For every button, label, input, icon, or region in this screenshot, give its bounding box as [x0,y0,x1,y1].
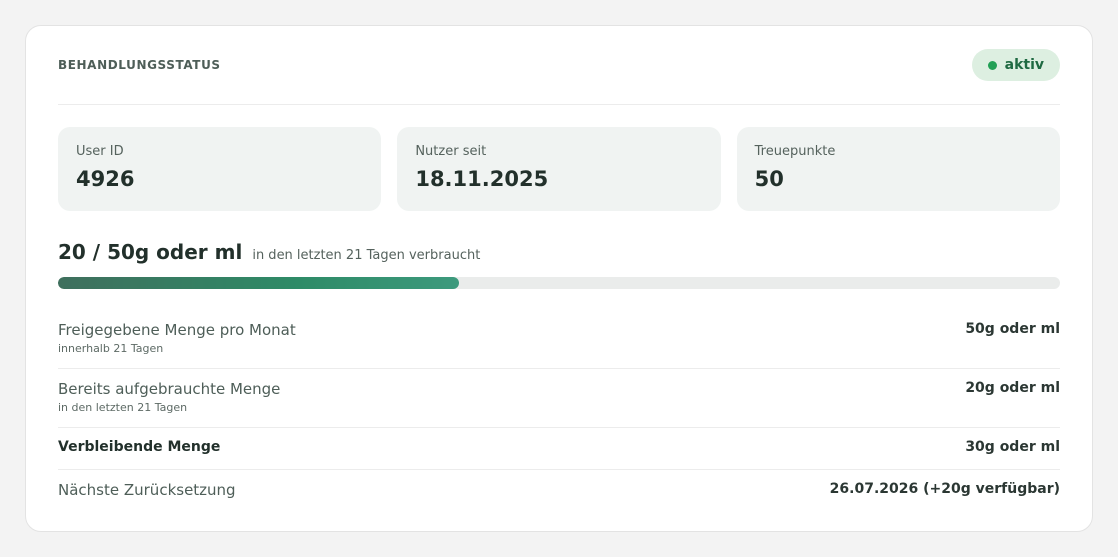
usage-progress-fill [58,277,459,289]
detail-sublabel: in den letzten 21 Tagen [58,401,188,414]
detail-row-next-reset: Nächste Zurücksetzung 26.07.2026 (+20g v… [58,470,1060,512]
detail-label: Nächste Zurücksetzung [58,481,236,499]
detail-row-approved-amount: Freigegebene Menge pro Monat innerhalb 2… [58,310,1060,369]
detail-value: 20g oder ml [965,380,1060,396]
detail-row-used-amount: Bereits aufgebrauchte Menge in den letzt… [58,369,1060,428]
usage-summary: 20 / 50g oder ml in den letzten 21 Tagen… [58,240,1060,264]
stat-user-since: Nutzer seit 18.11.2025 [397,127,721,211]
stat-label: Treuepunkte [754,144,836,159]
stat-value: 50 [754,167,784,191]
usage-subtitle: in den letzten 21 Tagen verbraucht [252,248,481,263]
stats-row: User ID 4926 Nutzer seit 18.11.2025 Treu… [58,127,1060,211]
usage-progress-bar [58,277,1060,289]
usage-amount: 20 / 50g oder ml [58,240,243,264]
status-label: aktiv [1004,57,1044,73]
stat-value: 4926 [76,167,135,191]
stat-user-id: User ID 4926 [58,127,382,211]
stat-value: 18.11.2025 [415,167,549,191]
detail-row-remaining-amount: Verbleibende Menge 30g oder ml [58,428,1060,470]
detail-label: Verbleibende Menge [58,439,221,455]
detail-label: Bereits aufgebrauchte Menge [58,380,281,398]
detail-value: 26.07.2026 (+20g verfügbar) [829,481,1060,497]
treatment-status-card: BEHANDLUNGSSTATUS aktiv User ID 4926 Nut… [25,25,1093,532]
status-dot-icon [987,60,997,70]
detail-value: 30g oder ml [965,439,1060,455]
detail-sublabel: innerhalb 21 Tagen [58,342,164,355]
detail-label: Freigegebene Menge pro Monat [58,321,296,339]
detail-value: 50g oder ml [965,321,1060,337]
stat-label: User ID [76,144,124,159]
stat-label: Nutzer seit [415,144,487,159]
card-header: BEHANDLUNGSSTATUS aktiv [58,26,1060,105]
status-badge: aktiv [971,49,1060,81]
details-list: Freigegebene Menge pro Monat innerhalb 2… [58,310,1060,512]
stat-loyalty-points: Treuepunkte 50 [736,127,1060,211]
section-title: BEHANDLUNGSSTATUS [58,58,221,72]
